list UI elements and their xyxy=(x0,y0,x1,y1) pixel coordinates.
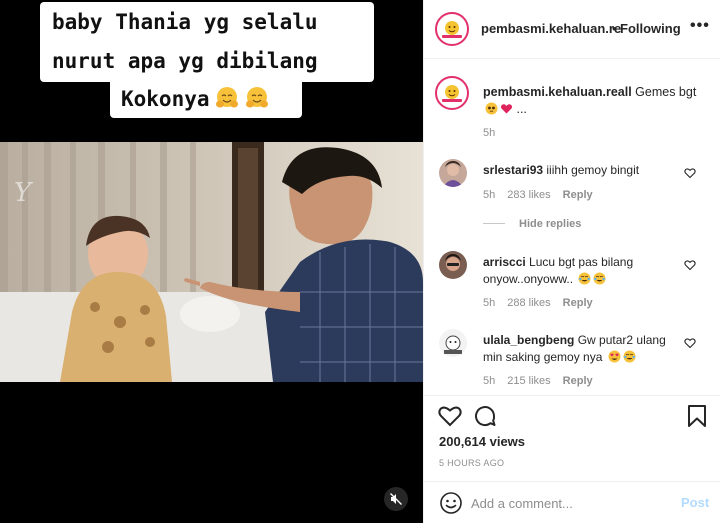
mute-button[interactable] xyxy=(384,487,408,511)
avatar[interactable] xyxy=(439,329,467,357)
reply-button[interactable]: Reply xyxy=(563,297,593,309)
reply-button[interactable]: Reply xyxy=(563,375,593,387)
comment-text: arriscci Lucu bgt pas bilang onyow..onyo… xyxy=(483,254,683,288)
hugging-face-icon xyxy=(215,87,238,108)
comment-text: srlestari93 iiihh gemoy bingit xyxy=(483,162,683,179)
like-heart-icon[interactable] xyxy=(438,405,462,427)
avatar[interactable] xyxy=(439,159,467,187)
comment-meta: 5h 288 likes Reply xyxy=(483,297,605,309)
comment-username[interactable]: arriscci xyxy=(483,255,526,269)
account-logo-icon xyxy=(438,79,466,107)
heart-outline-icon[interactable] xyxy=(684,167,696,179)
heart-outline-icon[interactable] xyxy=(684,337,696,349)
comment-likes[interactable]: 288 likes xyxy=(507,297,550,309)
caption-body: Gemes bgt xyxy=(635,85,697,99)
comment-time[interactable]: 5h xyxy=(483,375,495,387)
avatar[interactable] xyxy=(435,12,469,46)
avatar[interactable] xyxy=(439,251,467,279)
add-comment-bar: Post xyxy=(424,481,720,523)
post-side-panel: pembasmi.kehaluan.re • Following ••• pem… xyxy=(423,0,720,523)
comment-body: iiihh gemoy bingit xyxy=(546,163,640,177)
post-comment-button[interactable]: Post xyxy=(681,495,709,510)
caption-avatar[interactable] xyxy=(435,76,469,110)
comment-username[interactable]: ulala_bengbeng xyxy=(483,333,574,347)
comment-likes[interactable]: 283 likes xyxy=(507,189,550,201)
comment-time[interactable]: 5h xyxy=(483,297,495,309)
following-button[interactable]: Following xyxy=(620,21,681,36)
comment-likes[interactable]: 215 likes xyxy=(507,375,550,387)
comment-username[interactable]: srlestari93 xyxy=(483,163,543,177)
caption-line-3: Kokonya xyxy=(121,86,270,111)
comment-bubble-icon[interactable] xyxy=(473,404,497,428)
caption-time[interactable]: 5h xyxy=(483,127,495,139)
heart-eyes-icon xyxy=(608,350,621,363)
header-username[interactable]: pembasmi.kehaluan.re xyxy=(481,21,621,36)
comment-text: ulala_bengbeng Gw putar2 ulang min sakin… xyxy=(483,332,683,366)
post-header: pembasmi.kehaluan.re • Following ••• xyxy=(424,0,720,59)
user-photo-icon xyxy=(439,159,467,187)
caption-text: pembasmi.kehaluan.reall Gemes bgt ... xyxy=(483,84,713,118)
video-frame xyxy=(0,142,423,382)
more-options-button[interactable]: ••• xyxy=(690,17,710,35)
caption-line-3-text: Kokonya xyxy=(121,87,210,111)
speaker-muted-icon xyxy=(390,493,402,505)
pleading-face-icon xyxy=(485,102,498,115)
comment-time[interactable]: 5h xyxy=(483,189,495,201)
caption-line-2: nurut apa yg dibilang xyxy=(52,49,318,73)
post-timestamp[interactable]: 5 HOURS AGO xyxy=(439,458,504,468)
red-heart-icon xyxy=(500,104,513,114)
reply-button[interactable]: Reply xyxy=(563,189,593,201)
tears-of-joy-icon xyxy=(593,272,606,285)
header-separator: • xyxy=(612,21,617,36)
comment-input[interactable] xyxy=(471,492,661,514)
tears-of-joy-icon xyxy=(623,350,636,363)
video-watermark: Y xyxy=(14,178,32,208)
user-photo-icon xyxy=(439,329,467,357)
video-player[interactable]: baby Thania yg selalu nurut apa yg dibil… xyxy=(0,0,423,523)
emoji-smiley-icon[interactable] xyxy=(439,491,463,515)
views-count[interactable]: 200,614 views xyxy=(439,434,525,449)
tears-of-joy-icon xyxy=(578,272,591,285)
hide-replies-label: Hide replies xyxy=(519,218,582,230)
caption-line-1: baby Thania yg selalu xyxy=(52,10,318,34)
heart-outline-icon[interactable] xyxy=(684,259,696,271)
user-photo-icon xyxy=(439,251,467,279)
comment-meta: 5h 215 likes Reply xyxy=(483,375,605,387)
hugging-face-icon xyxy=(245,87,268,108)
save-bookmark-icon[interactable] xyxy=(687,404,707,428)
hide-replies-button[interactable]: Hide replies xyxy=(483,218,581,230)
account-logo-icon xyxy=(438,15,466,43)
caption-ellipsis: ... xyxy=(516,102,527,116)
hide-replies-line xyxy=(483,223,505,224)
comment-meta: 5h 283 likes Reply xyxy=(483,189,605,201)
caption-username[interactable]: pembasmi.kehaluan.reall xyxy=(483,85,632,99)
